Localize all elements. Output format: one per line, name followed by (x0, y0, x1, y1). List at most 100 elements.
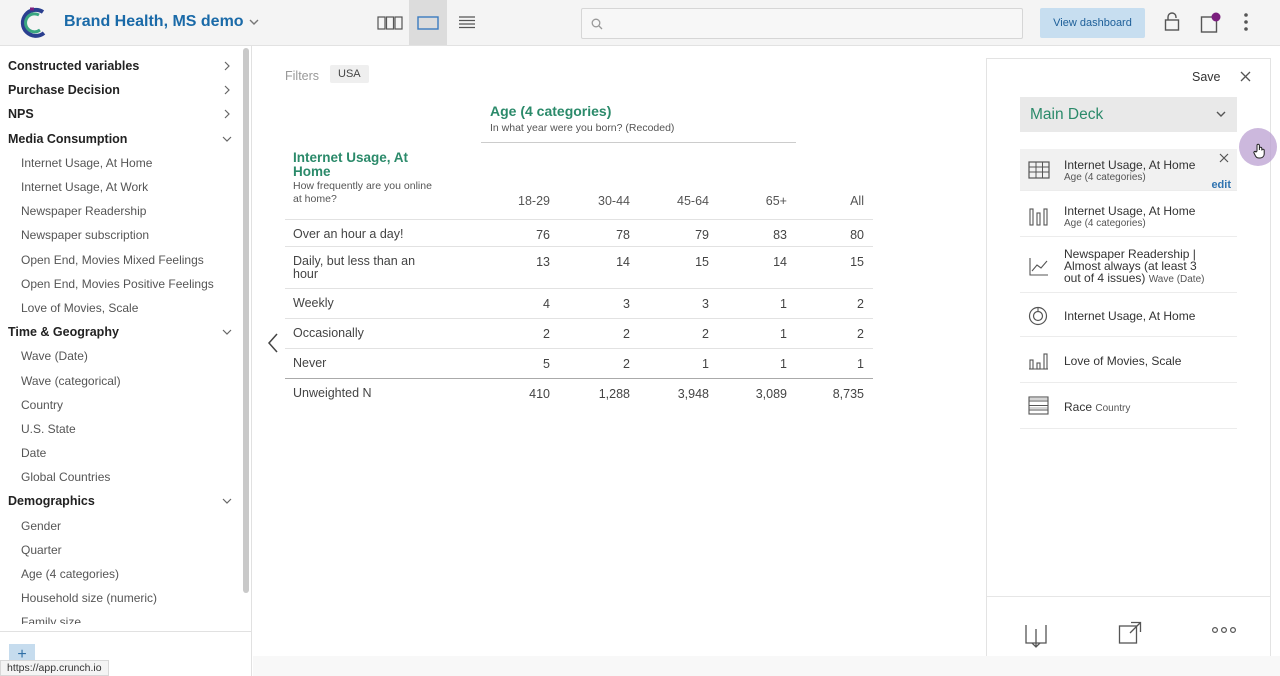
sidebar-item[interactable]: Global Countries (0, 465, 240, 489)
chevron-down-icon[interactable] (222, 134, 232, 144)
lock-icon[interactable] (1164, 12, 1180, 32)
three-pane-view-button[interactable] (371, 0, 409, 45)
filters-label[interactable]: Filters (285, 69, 319, 83)
slide-title: Love of Movies, Scale (1064, 355, 1214, 367)
chevron-down-icon[interactable] (248, 16, 260, 28)
download-icon[interactable] (1025, 621, 1047, 649)
search-input[interactable] (581, 8, 1023, 39)
slide-item[interactable]: Internet Usage, At Home Age (4 categories… (1020, 195, 1237, 237)
sidebar-group[interactable]: Demographics (0, 489, 240, 513)
table-cell: 1,288 (598, 387, 630, 401)
sidebar-item[interactable]: Internet Usage, At Work (0, 175, 240, 199)
chevron-right-icon[interactable] (222, 109, 232, 119)
sidebar-item-label: Time & Geography (8, 325, 119, 340)
slide-item[interactable]: Love of Movies, Scale (1020, 339, 1237, 383)
sidebar-item[interactable]: Family size (0, 610, 240, 624)
sidebar-group[interactable]: Time & Geography (0, 320, 240, 344)
row-label: Never (293, 356, 327, 370)
deck-select[interactable]: Main Deck (1020, 97, 1237, 132)
list-view-button[interactable] (448, 0, 486, 45)
column-header[interactable]: 45-64 (649, 194, 709, 208)
sidebar-item[interactable]: Wave (Date) (0, 344, 240, 368)
unweighted-n-row: Unweighted N 410 1,288 3,948 3,089 8,735 (285, 378, 873, 408)
filter-chip[interactable]: USA (330, 65, 369, 83)
sidebar-item-label: Date (21, 446, 47, 461)
column-header-rule (481, 142, 796, 143)
chevron-right-icon[interactable] (222, 61, 232, 71)
sidebar-item[interactable]: Household size (numeric) (0, 586, 240, 610)
sidebar-item[interactable]: Country (0, 393, 240, 417)
sidebar-group[interactable]: Purchase Decision (0, 78, 240, 102)
sidebar-item-label: Media Consumption (8, 131, 128, 146)
sidebar-item[interactable]: Internet Usage, At Home (0, 151, 240, 175)
sidebar-item[interactable]: Quarter (0, 538, 240, 562)
sidebar-item-label: Love of Movies, Scale (21, 300, 139, 315)
chevron-down-icon[interactable] (222, 496, 232, 506)
sidebar-item[interactable]: U.S. State (0, 417, 240, 441)
column-header[interactable]: 30-44 (570, 194, 630, 208)
sidebar-scrollbar[interactable] (243, 48, 249, 593)
column-header[interactable]: All (804, 194, 864, 208)
crunch-logo[interactable] (17, 6, 49, 40)
sidebar-item[interactable]: Newspaper subscription (0, 223, 240, 247)
column-chart-icon (1029, 353, 1048, 370)
view-dashboard-button[interactable]: View dashboard (1040, 8, 1145, 38)
bottom-strip (253, 656, 1280, 676)
save-button[interactable]: Save (1192, 70, 1221, 84)
sidebar-item[interactable]: Newspaper Readership (0, 199, 240, 223)
slide-title: Race Country (1064, 401, 1214, 415)
chevron-left-icon[interactable] (266, 332, 280, 354)
search-icon (591, 18, 603, 30)
deck-name: Main Deck (1030, 105, 1104, 123)
sidebar-item-label: NPS (8, 107, 34, 122)
table-cell: 2 (702, 327, 709, 341)
column-variable-title[interactable]: Age (4 categories) (490, 103, 611, 119)
slide-subtitle: Age (4 categories) (1064, 218, 1146, 229)
close-icon[interactable] (1219, 153, 1229, 163)
table-cell: 78 (616, 228, 630, 242)
edit-link[interactable]: edit (1211, 179, 1231, 191)
chevron-down-icon[interactable] (222, 327, 232, 337)
sidebar-item-label: Open End, Movies Positive Feelings (21, 276, 214, 291)
table-cell: 3 (702, 297, 709, 311)
sidebar-item[interactable]: Open End, Movies Mixed Feelings (0, 248, 240, 272)
slide-item[interactable]: Race Country (1020, 385, 1237, 429)
sidebar-item[interactable]: Age (4 categories) (0, 562, 240, 586)
slide-item[interactable]: Newspaper Readership | Almost always (at… (1020, 241, 1237, 293)
sidebar-group[interactable]: Media Consumption (0, 127, 240, 151)
table-cell: 5 (543, 357, 550, 371)
slide-item[interactable]: Internet Usage, At Home Age (4 categories… (1020, 149, 1237, 191)
sidebar-group[interactable]: Constructed variables (0, 54, 240, 78)
sidebar-item[interactable]: Open End, Movies Positive Feelings (0, 272, 240, 296)
single-pane-view-button[interactable] (409, 0, 447, 45)
notifications-icon[interactable] (1200, 12, 1222, 34)
row-variable-title[interactable]: Internet Usage, At Home (293, 151, 443, 179)
table-row: Daily, but less than an hour 13 14 15 14 15 (285, 246, 873, 288)
slide-title: Internet Usage, At Home Age (4 categories… (1064, 205, 1214, 230)
sidebar-item[interactable]: Gender (0, 514, 240, 538)
more-vertical-icon[interactable] (1243, 12, 1249, 32)
dataset-title[interactable]: Brand Health, MS demo (64, 13, 244, 31)
sidebar-item-label: Internet Usage, At Home (21, 155, 153, 170)
sidebar-group[interactable]: NPS (0, 102, 240, 126)
sidebar-item-label: Quarter (21, 542, 62, 557)
sidebar-item-label: Global Countries (21, 470, 111, 485)
row-label: Over an hour a day! (293, 227, 404, 241)
more-horizontal-icon[interactable] (1212, 626, 1236, 634)
slide-item[interactable]: Internet Usage, At Home (1020, 295, 1237, 337)
sidebar-item[interactable]: Love of Movies, Scale (0, 296, 240, 320)
column-header[interactable]: 65+ (727, 194, 787, 208)
chevron-right-icon[interactable] (222, 85, 232, 95)
close-icon[interactable] (1240, 71, 1251, 82)
line-chart-icon (1029, 258, 1048, 276)
row-variable-subtitle: How frequently are you online at home? (293, 180, 432, 205)
sidebar-item-label: Purchase Decision (8, 83, 120, 98)
open-external-icon[interactable] (1118, 621, 1142, 645)
table-row: Over an hour a day! 76 78 79 83 80 (285, 219, 873, 246)
sidebar-item[interactable]: Wave (categorical) (0, 368, 240, 392)
sidebar-item[interactable]: Date (0, 441, 240, 465)
table-row: Never 5 2 1 1 1 (285, 348, 873, 378)
table-cell: 15 (850, 255, 864, 269)
table-cell: 2 (857, 297, 864, 311)
column-header[interactable]: 18-29 (490, 194, 550, 208)
